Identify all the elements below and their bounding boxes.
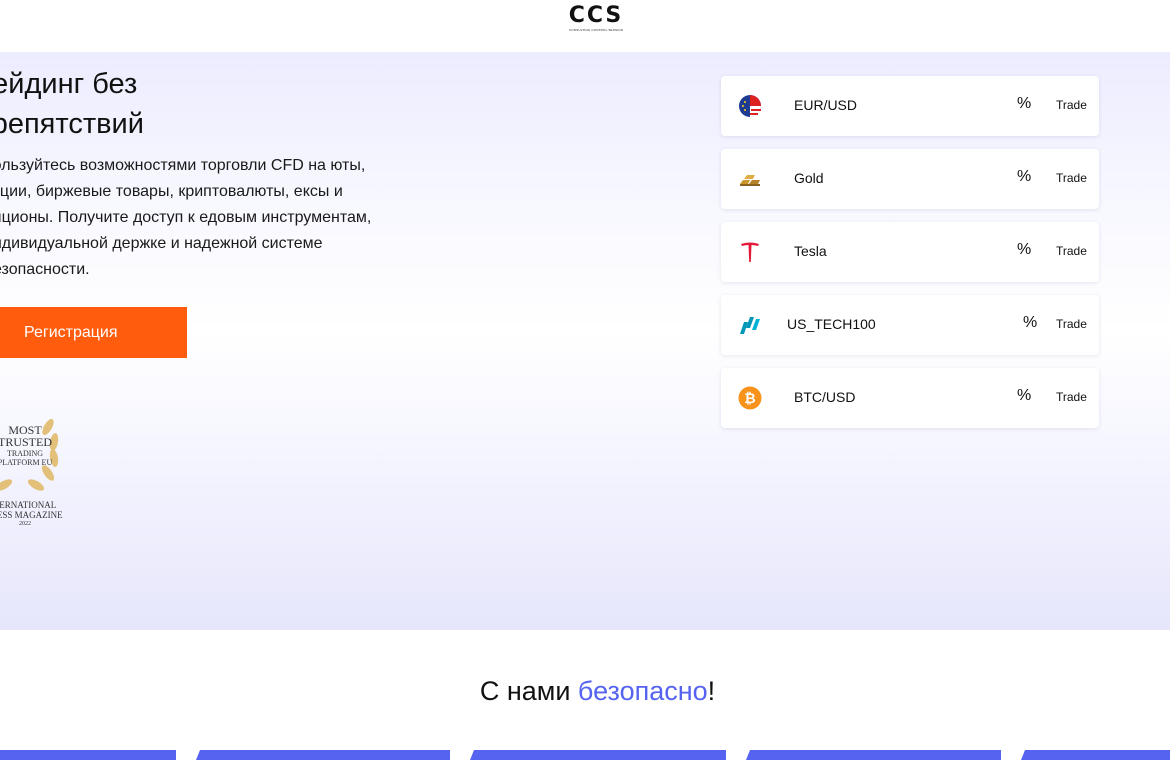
instrument-name: EUR/USD — [794, 97, 858, 113]
award-line-trusted: TRUSTED — [0, 435, 52, 449]
logo-mark: CCS — [568, 3, 624, 28]
instrument-card-gold[interactable]: Gold % Trade — [721, 149, 1099, 209]
instrument-name: US_TECH100 — [787, 316, 876, 332]
instrument-name: Gold — [794, 170, 824, 186]
award-line-magazine: INESS MAGAZINE — [0, 510, 63, 520]
award-line-platform: PLATFORM EU — [0, 458, 53, 467]
nasdaq-logo-icon — [740, 317, 760, 334]
instrument-percent: % — [1017, 241, 1032, 258]
instrument-card-eurusd[interactable]: EUR/USD % Trade — [721, 76, 1099, 136]
bitcoin-icon: ₿ — [738, 386, 762, 410]
trade-link[interactable]: Trade — [1056, 390, 1087, 404]
award-line-year: 2022 — [19, 521, 31, 527]
svg-text:₿: ₿ — [744, 391, 755, 407]
safety-heading: С нами безопасно! — [0, 676, 1170, 707]
feature-tile-5[interactable] — [1021, 750, 1170, 760]
site-logo[interactable]: CCS CONSULTING CONTROL SESSION — [560, 3, 632, 33]
feature-tile-2[interactable] — [196, 750, 450, 760]
safety-heading-accent: безопасно — [577, 676, 708, 706]
safety-heading-end: ! — [707, 676, 716, 706]
instrument-percent: % — [1017, 387, 1032, 404]
hero-section: рейдинг без препятствий пользуйтесь возм… — [0, 52, 1170, 630]
hero-description: пользуйтесь возможностями торговли CFD н… — [0, 157, 372, 278]
instrument-name: Tesla — [794, 243, 827, 259]
instrument-card-btcusd[interactable]: ₿ BTC/USD % Trade — [721, 368, 1099, 428]
gold-bars-icon — [740, 175, 760, 186]
tesla-logo-icon — [741, 242, 759, 262]
feature-tile-4[interactable] — [746, 750, 1001, 760]
instrument-percent: % — [1023, 314, 1038, 331]
instrument-card-tesla[interactable]: Tesla % Trade — [721, 222, 1099, 282]
trade-link[interactable]: Trade — [1056, 244, 1087, 258]
instrument-percent: % — [1017, 95, 1032, 112]
register-button[interactable]: Регистрация — [0, 307, 187, 358]
eu-us-flag-icon — [739, 95, 761, 117]
feature-tile-3[interactable] — [470, 750, 726, 760]
instrument-card-ustech100[interactable]: US_TECH100 % Trade — [721, 295, 1099, 355]
trade-link[interactable]: Trade — [1056, 98, 1087, 112]
award-line-international: TERNATIONAL — [0, 500, 57, 510]
award-line-trading: TRADING — [7, 449, 43, 458]
feature-tile-1[interactable] — [0, 750, 176, 760]
trade-link[interactable]: Trade — [1056, 171, 1087, 185]
safety-heading-plain: С нами — [479, 676, 578, 706]
hero-title: рейдинг без препятствий — [0, 68, 144, 140]
trade-link[interactable]: Trade — [1056, 317, 1087, 331]
logo-subtext: CONSULTING CONTROL SESSION — [568, 28, 624, 32]
top-bar: CCS CONSULTING CONTROL SESSION — [0, 0, 1170, 52]
instrument-name: BTC/USD — [794, 389, 856, 405]
award-badge: MOST TRUSTED TRADING PLATFORM EU TERNATI… — [0, 397, 90, 547]
instrument-percent: % — [1017, 168, 1032, 185]
